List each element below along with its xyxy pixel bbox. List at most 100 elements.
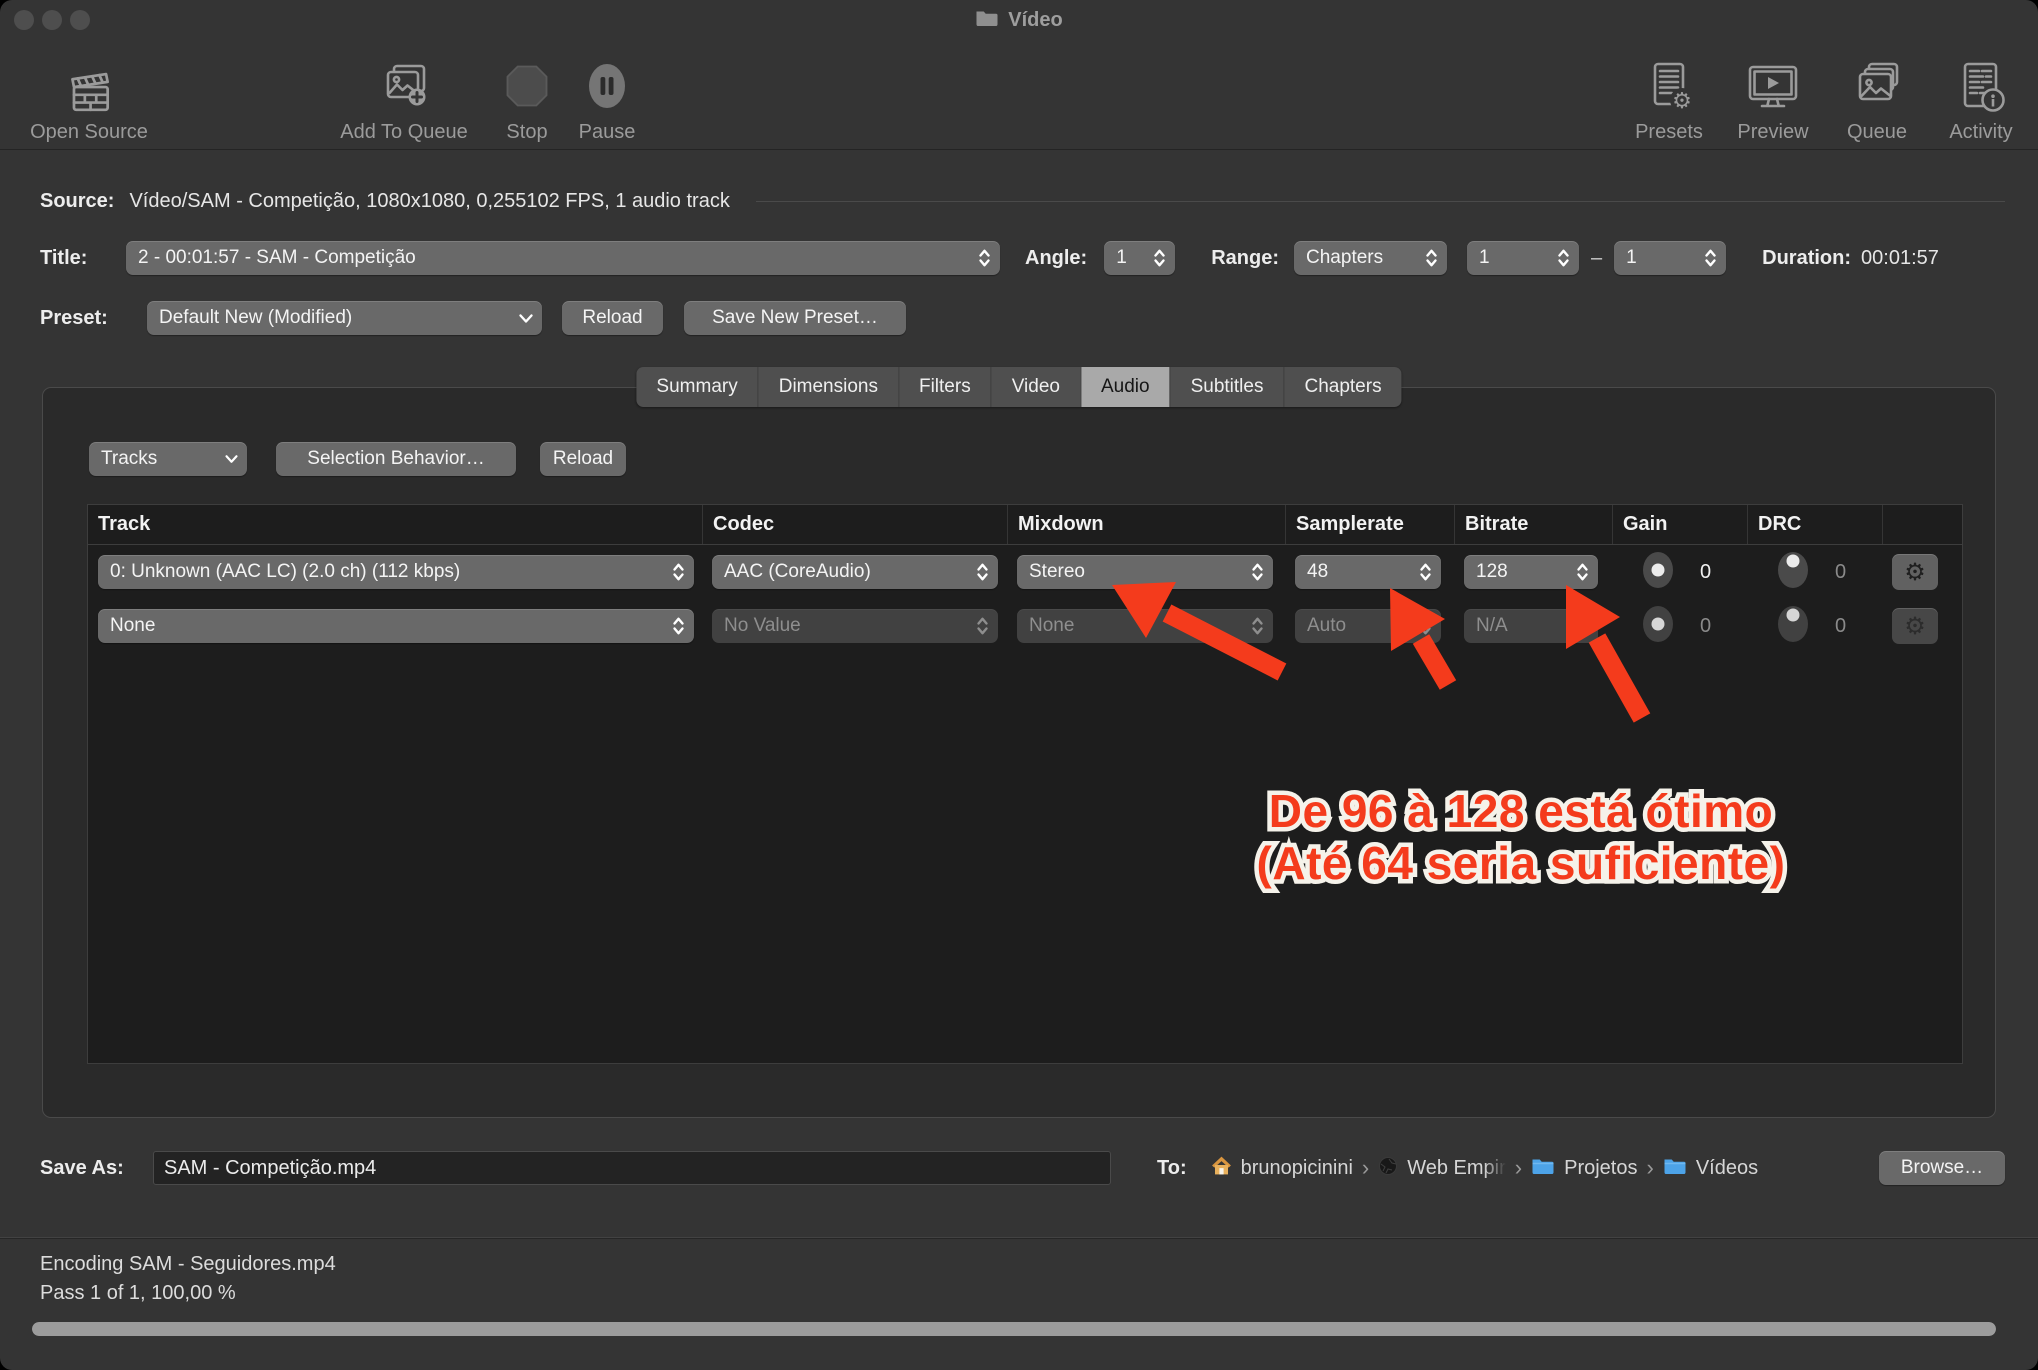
encode-status: Encoding SAM - Seguidores.mp4 Pass 1 of … — [40, 1250, 336, 1308]
col-drc: DRC — [1747, 505, 1882, 544]
preview-button[interactable]: Preview — [1726, 42, 1820, 144]
col-actions — [1882, 505, 1964, 544]
encode-status-line1: Encoding SAM - Seguidores.mp4 — [40, 1250, 336, 1279]
samplerate-select[interactable]: 48 — [1295, 555, 1441, 589]
updown-chevron-icon — [1418, 560, 1433, 584]
track-select[interactable]: 0: Unknown (AAC LC) (2.0 ch) (112 kbps) — [98, 555, 694, 589]
handbrake-window: Vídeo Open Source Add To Queue — [0, 0, 2038, 1370]
updown-chevron-icon — [1703, 246, 1718, 270]
encode-status-line2: Pass 1 of 1, 100,00 % — [40, 1279, 336, 1308]
mixdown-select[interactable]: Stereo — [1017, 555, 1273, 589]
add-photo-icon — [376, 55, 432, 117]
encode-progress-bar — [32, 1322, 1996, 1336]
stop-button[interactable]: Stop — [492, 42, 562, 144]
breadcrumb-item-web-empire[interactable]: Web Empir — [1407, 1157, 1506, 1180]
section-tabs: Summary Dimensions Filters Video Audio S… — [636, 367, 1401, 407]
range-separator: – — [1591, 247, 1602, 270]
add-to-queue-button[interactable]: Add To Queue — [324, 42, 484, 144]
gain-knob[interactable] — [1642, 551, 1674, 594]
reload-preset-button[interactable]: Reload — [562, 301, 663, 335]
updown-chevron-icon — [1250, 614, 1265, 638]
gain-value: 0 — [1700, 561, 1711, 584]
updown-chevron-icon — [977, 246, 992, 270]
track-select[interactable]: None — [98, 609, 694, 643]
presets-button[interactable]: ⚙ Presets — [1622, 42, 1716, 144]
stop-octagon-icon — [501, 55, 553, 117]
tab-chapters[interactable]: Chapters — [1283, 367, 1401, 407]
track-settings-button[interactable]: ⚙ — [1892, 554, 1938, 590]
home-icon — [1211, 1155, 1232, 1181]
presets-icon: ⚙ — [1641, 55, 1697, 117]
tab-video[interactable]: Video — [991, 367, 1080, 407]
add-to-queue-label: Add To Queue — [340, 121, 468, 144]
col-samplerate: Samplerate — [1285, 505, 1454, 544]
pause-button[interactable]: Pause — [572, 42, 642, 144]
duration-label: Duration: — [1762, 247, 1851, 270]
updown-chevron-icon — [1575, 614, 1590, 638]
updown-chevron-icon — [975, 560, 990, 584]
range-end-stepper[interactable]: 1 — [1614, 241, 1726, 275]
selection-behavior-button[interactable]: Selection Behavior… — [276, 442, 516, 476]
activity-log-icon — [1953, 55, 2009, 117]
tab-subtitles[interactable]: Subtitles — [1170, 367, 1284, 407]
codec-select[interactable]: AAC (CoreAudio) — [712, 555, 998, 589]
toolbar: Open Source Add To Queue Stop — [0, 40, 2038, 150]
bitrate-select[interactable]: 128 — [1464, 555, 1598, 589]
col-codec: Codec — [702, 505, 1007, 544]
tab-audio[interactable]: Audio — [1080, 367, 1170, 407]
breadcrumb-separator: › — [1362, 1155, 1369, 1181]
range-label: Range: — [1211, 247, 1279, 270]
save-new-preset-button[interactable]: Save New Preset… — [684, 301, 906, 335]
title-label: Title: — [40, 247, 104, 270]
table-header: Track Codec Mixdown Samplerate Bitrate G… — [88, 505, 1962, 545]
updown-chevron-icon — [1575, 560, 1590, 584]
reload-tracks-button[interactable]: Reload — [540, 442, 626, 476]
col-bitrate: Bitrate — [1454, 505, 1612, 544]
save-as-label: Save As: — [40, 1157, 136, 1180]
pause-label: Pause — [579, 121, 636, 144]
folder-icon — [1531, 1156, 1555, 1180]
gain-knob — [1642, 605, 1674, 648]
tab-dimensions[interactable]: Dimensions — [758, 367, 898, 407]
encode-progress-fill — [32, 1322, 1996, 1336]
destination-row: Save As: To: brunopicinini › Web Empir ›… — [40, 1150, 2005, 1186]
gear-icon: ⚙ — [1904, 560, 1926, 584]
updown-chevron-icon — [1250, 560, 1265, 584]
col-gain: Gain — [1612, 505, 1747, 544]
titlebar: Vídeo — [0, 0, 2038, 40]
codec-select: No Value — [712, 609, 998, 643]
table-row: 0: Unknown (AAC LC) (2.0 ch) (112 kbps) … — [88, 545, 1962, 599]
filename-input[interactable] — [153, 1151, 1111, 1185]
preview-monitor-icon — [1742, 55, 1804, 117]
drc-value: 0 — [1835, 615, 1846, 638]
updown-chevron-icon — [1152, 246, 1167, 270]
queue-button[interactable]: Queue — [1830, 42, 1924, 144]
breadcrumb-item-projetos[interactable]: Projetos — [1564, 1157, 1637, 1180]
activity-button[interactable]: Activity — [1934, 42, 2028, 144]
chevron-down-icon — [518, 313, 534, 324]
range-start-stepper[interactable]: 1 — [1467, 241, 1579, 275]
chevron-down-icon — [224, 454, 239, 464]
preset-select[interactable]: Default New (Modified) — [147, 301, 542, 335]
preset-label: Preset: — [40, 307, 119, 330]
folder-icon — [1663, 1156, 1687, 1180]
breadcrumb-item-user[interactable]: brunopicinini — [1241, 1157, 1353, 1180]
title-select[interactable]: 2 - 00:01:57 - SAM - Competição — [126, 241, 1000, 275]
duration-value: 00:01:57 — [1861, 247, 1939, 270]
updown-chevron-icon — [975, 614, 990, 638]
tracks-dropdown[interactable]: Tracks — [89, 442, 247, 476]
angle-stepper[interactable]: 1 — [1104, 241, 1175, 275]
updown-chevron-icon — [671, 560, 686, 584]
drc-knob[interactable] — [1777, 551, 1809, 594]
source-row: Source: Vídeo/SAM - Competição, 1080x108… — [40, 186, 2005, 216]
presets-label: Presets — [1635, 121, 1703, 144]
track-settings-button: ⚙ — [1892, 608, 1938, 644]
table-row: None No Value None Auto N/A — [88, 599, 1962, 653]
tab-summary[interactable]: Summary — [636, 367, 757, 407]
drc-knob — [1777, 605, 1809, 648]
tab-filters[interactable]: Filters — [898, 367, 991, 407]
breadcrumb-item-videos[interactable]: Vídeos — [1696, 1157, 1758, 1180]
browse-button[interactable]: Browse… — [1879, 1151, 2005, 1185]
range-type-select[interactable]: Chapters — [1294, 241, 1447, 275]
open-source-button[interactable]: Open Source — [14, 42, 164, 144]
